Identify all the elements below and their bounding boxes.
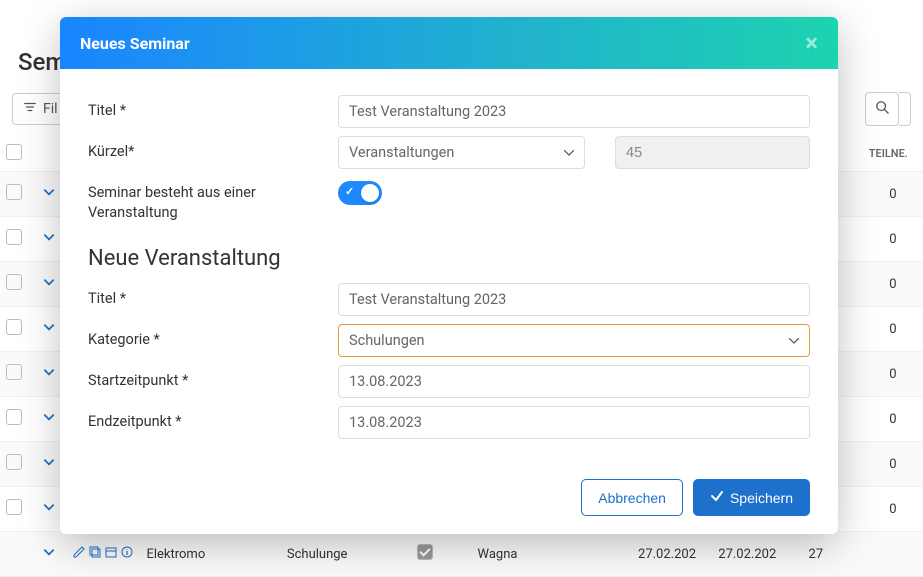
modal-footer: Abbrechen Speichern — [60, 465, 838, 534]
label-kategorie: Kategorie * — [88, 324, 338, 350]
kategorie-select[interactable]: Schulungen — [338, 324, 810, 357]
edit-icon[interactable] — [72, 545, 86, 563]
label-end: Endzeitpunkt * — [88, 406, 338, 432]
table-row[interactable]: Elektromo Schulunge Wagna 27.02.202 27.0… — [0, 532, 923, 577]
check-icon — [710, 489, 724, 506]
duplicate-icon[interactable] — [88, 545, 102, 563]
titel-input[interactable] — [338, 95, 810, 128]
save-label: Speichern — [730, 490, 793, 506]
kurzel-number-input — [615, 136, 810, 169]
label-titel: Titel * — [88, 95, 338, 121]
label-kurzel: Kürzel* — [88, 136, 338, 162]
field-row-titel: Titel * — [88, 95, 810, 128]
section-title: Neue Veranstaltung — [88, 246, 810, 271]
field-row-kurzel: Kürzel* Veranstaltungen — [88, 136, 810, 169]
event-titel-input[interactable] — [338, 283, 810, 316]
label-start: Startzeitpunkt * — [88, 365, 338, 391]
modal-body: Titel * Kürzel* Veranstaltungen Seminar … — [60, 69, 838, 465]
single-event-toggle[interactable] — [338, 181, 382, 205]
kurzel-select[interactable]: Veranstaltungen — [338, 136, 585, 169]
modal-header: Neues Seminar × — [60, 17, 838, 69]
cancel-label: Abbrechen — [598, 490, 666, 506]
modal-backdrop[interactable]: Neues Seminar × Titel * Kürzel* Veransta… — [0, 0, 923, 522]
field-row-event-titel: Titel * — [88, 283, 810, 316]
field-row-end: Endzeitpunkt * — [88, 406, 810, 439]
close-icon[interactable]: × — [805, 31, 818, 55]
calendar-icon[interactable] — [104, 545, 118, 563]
num-cell: 27 — [803, 532, 863, 577]
end-input[interactable] — [338, 406, 810, 439]
row-action-icons[interactable] — [72, 545, 134, 563]
info-icon[interactable] — [120, 545, 134, 563]
label-event-titel: Titel * — [88, 283, 338, 309]
modal-title: Neues Seminar — [80, 34, 190, 53]
title-cell: Elektromo — [140, 532, 280, 577]
date1-cell: 27.02.202 — [632, 532, 712, 577]
category-cell: Schulunge — [281, 532, 411, 577]
cancel-button[interactable]: Abbrechen — [581, 479, 683, 516]
field-row-single-event: Seminar besteht aus einer Veranstaltung — [88, 177, 810, 222]
date2-cell: 27.02.202 — [712, 532, 802, 577]
field-row-kategorie: Kategorie * Schulungen — [88, 324, 810, 357]
chevron-down-icon[interactable] — [42, 545, 56, 563]
field-row-start: Startzeitpunkt * — [88, 365, 810, 398]
label-single-event: Seminar besteht aus einer Veranstaltung — [88, 177, 338, 222]
start-input[interactable] — [338, 365, 810, 398]
row-flag-checkbox[interactable] — [417, 544, 433, 560]
location-cell: Wagna — [472, 532, 633, 577]
new-seminar-modal: Neues Seminar × Titel * Kürzel* Veransta… — [60, 17, 838, 534]
save-button[interactable]: Speichern — [693, 479, 810, 516]
